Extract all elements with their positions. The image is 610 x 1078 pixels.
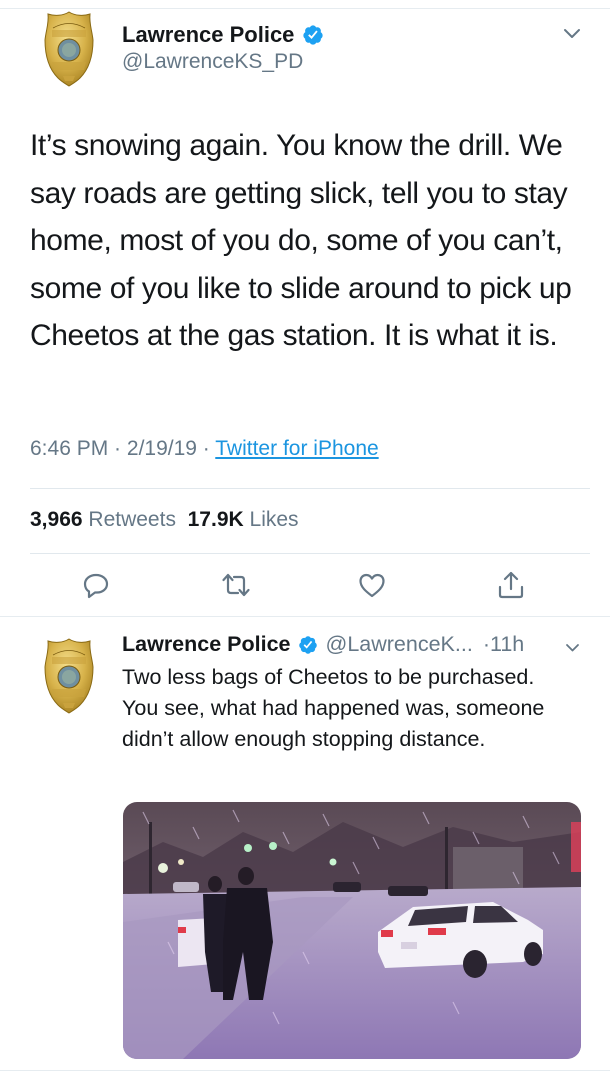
section-divider: [0, 616, 610, 617]
tweet-date: 2/19/19: [126, 437, 197, 460]
snowy-road-photo: [123, 802, 581, 1059]
verified-badge-icon: [298, 635, 318, 655]
heart-icon: [359, 573, 385, 598]
avatar[interactable]: [44, 637, 94, 715]
retweets-stat[interactable]: 3,966 Retweets: [30, 508, 176, 531]
share-icon: [498, 571, 524, 599]
author-handle[interactable]: @LawrenceKS_PD: [122, 50, 303, 74]
author-name[interactable]: Lawrence Police: [122, 632, 291, 657]
reply-button[interactable]: [76, 565, 116, 605]
author-handle[interactable]: @LawrenceK...: [326, 632, 473, 657]
chevron-down-icon[interactable]: [563, 28, 581, 40]
divider: [30, 553, 590, 554]
divider: [30, 488, 590, 489]
share-button[interactable]: [491, 565, 531, 605]
retweet-icon: [222, 573, 250, 597]
like-button[interactable]: [352, 565, 392, 605]
meta-separator: ·: [196, 437, 216, 460]
chevron-down-icon[interactable]: [565, 643, 580, 653]
likes-count: 17.9K: [187, 508, 244, 531]
likes-stat[interactable]: 17.9K Likes: [188, 508, 299, 531]
tweet-age: ·11h: [482, 632, 525, 656]
author-name-line[interactable]: Lawrence Police: [122, 22, 324, 48]
retweet-button[interactable]: [216, 565, 256, 605]
tweet-stats: 3,966 Retweets 17.9K Likes: [30, 508, 299, 532]
likes-label: Likes: [249, 508, 299, 531]
tweet-actions: [0, 565, 610, 605]
section-divider: [0, 1070, 610, 1071]
tweet-time: 6:46 PM: [30, 437, 109, 460]
tweet-text: It’s snowing again. You know the drill. …: [30, 129, 572, 352]
reply-header: Lawrence Police @LawrenceK... ·11h: [122, 632, 524, 657]
tweet-photo[interactable]: [123, 802, 581, 1059]
retweets-label: Retweets: [88, 508, 176, 531]
reply-text: Two less bags of Cheetos to be purchased…: [122, 665, 545, 751]
retweets-count: 3,966: [30, 508, 83, 531]
verified-badge-icon: [302, 24, 324, 46]
author-name[interactable]: Lawrence Police: [122, 22, 294, 48]
avatar[interactable]: [44, 10, 94, 88]
tweet-meta: 6:46 PM · 2/19/19 · Twitter for iPhone: [30, 437, 379, 461]
reply-icon: [83, 573, 109, 599]
main-tweet: Lawrence Police @LawrenceKS_PD It’s snow…: [0, 0, 610, 616]
tweet-source-link[interactable]: Twitter for iPhone: [215, 437, 378, 460]
meta-separator: ·: [108, 437, 127, 460]
